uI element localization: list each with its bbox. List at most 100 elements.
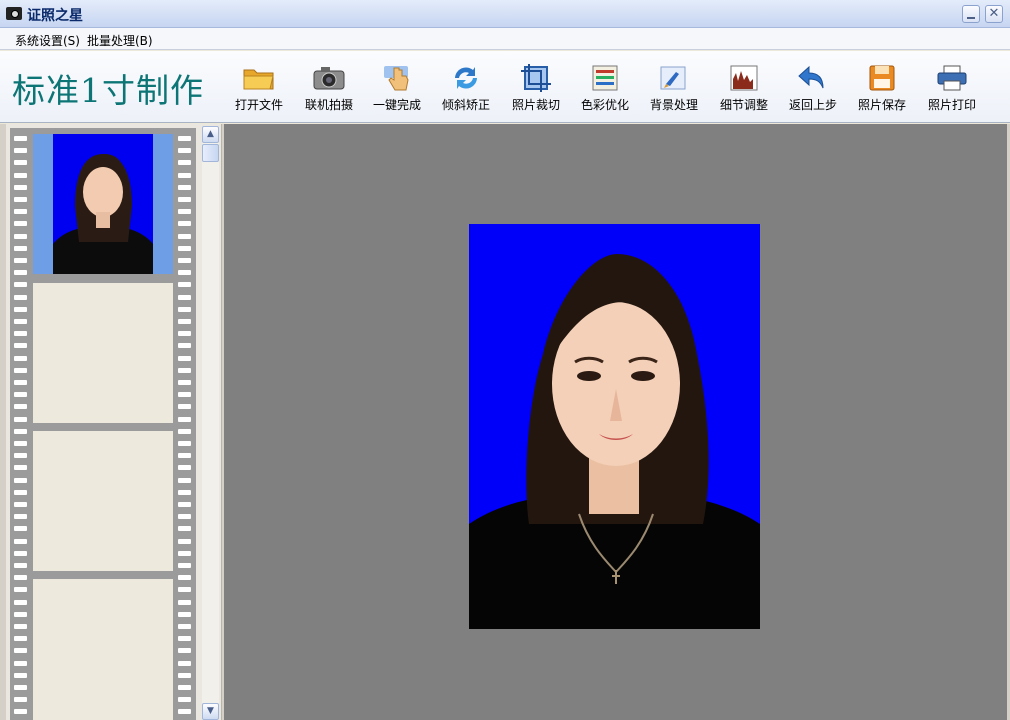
film-perforation bbox=[14, 453, 27, 459]
film-perforation bbox=[178, 672, 191, 678]
film-perforation bbox=[178, 294, 191, 300]
film-perforation bbox=[178, 245, 191, 251]
menu-system-settings[interactable]: 系统设置(S) bbox=[15, 32, 80, 49]
detail-adjust-button[interactable]: 细节调整 bbox=[711, 60, 777, 116]
save-photo-button[interactable]: 照片保存 bbox=[849, 60, 915, 116]
camera-icon bbox=[313, 67, 345, 90]
film-perforation bbox=[14, 209, 27, 215]
app-window: 证照之星 ✕ 系统设置(S) 批量处理(B) 标准1寸制作 打开文件 联机拍摄 … bbox=[0, 0, 1010, 720]
crop-icon bbox=[521, 64, 551, 92]
film-perforation bbox=[14, 502, 27, 507]
film-frame-selected[interactable] bbox=[33, 134, 173, 274]
window-title: 证照之星 bbox=[27, 8, 83, 24]
film-perforation bbox=[14, 306, 27, 312]
undo-arrow-icon bbox=[798, 65, 824, 89]
film-perforation bbox=[178, 428, 191, 434]
thumbnail-photo bbox=[53, 134, 153, 274]
film-perforation bbox=[14, 258, 27, 263]
scroll-thumb[interactable] bbox=[202, 144, 219, 162]
background-process-button[interactable]: 背景处理 bbox=[641, 60, 707, 116]
floppy-save-icon bbox=[869, 65, 895, 91]
close-button[interactable]: ✕ bbox=[985, 5, 1003, 23]
save-photo-label: 照片保存 bbox=[857, 98, 906, 112]
color-optimize-label: 色彩优化 bbox=[580, 98, 629, 112]
rotate-icon bbox=[455, 67, 477, 89]
title-bar[interactable]: 证照之星 ✕ bbox=[0, 0, 1010, 28]
film-perforation bbox=[14, 294, 27, 300]
tilt-correct-button[interactable]: 倾斜矫正 bbox=[433, 60, 499, 116]
film-perforation bbox=[178, 514, 191, 520]
film-perforation bbox=[14, 538, 27, 544]
film-perforation bbox=[14, 221, 27, 227]
crop-label: 照片裁切 bbox=[511, 98, 560, 112]
printer-icon bbox=[937, 65, 967, 91]
print-photo-button[interactable]: 照片打印 bbox=[919, 60, 985, 116]
film-frame-empty[interactable] bbox=[33, 579, 173, 720]
scroll-up-button[interactable]: ▲ bbox=[202, 126, 219, 143]
film-perforation bbox=[14, 380, 27, 385]
scroll-down-button[interactable]: ▼ bbox=[202, 703, 219, 720]
film-perforation bbox=[14, 526, 27, 532]
film-perforation bbox=[14, 709, 27, 715]
film-perforation bbox=[178, 319, 191, 324]
film-perforation bbox=[178, 404, 191, 410]
film-perforation bbox=[14, 233, 27, 239]
film-perforation bbox=[178, 441, 191, 446]
film-perforation bbox=[14, 575, 27, 581]
film-perforation bbox=[14, 660, 27, 666]
film-perforation bbox=[14, 343, 27, 349]
film-perforation bbox=[14, 172, 27, 178]
film-perforation bbox=[14, 282, 27, 288]
film-perforation bbox=[178, 416, 191, 422]
color-optimize-button[interactable]: 色彩优化 bbox=[572, 60, 638, 116]
film-perforation bbox=[178, 172, 191, 178]
film-perforation bbox=[14, 611, 27, 617]
film-perforation bbox=[14, 404, 27, 410]
id-photo-preview[interactable] bbox=[469, 224, 760, 629]
menu-bar: 系统设置(S) 批量处理(B) bbox=[0, 28, 1010, 50]
film-perforation bbox=[178, 685, 191, 690]
film-perforation bbox=[178, 221, 191, 227]
film-perforation bbox=[178, 611, 191, 617]
workspace: ▲ ▼ bbox=[0, 124, 1010, 720]
film-perforation bbox=[14, 599, 27, 605]
histogram-icon bbox=[730, 65, 758, 91]
film-perforation bbox=[14, 550, 27, 556]
film-perforation bbox=[178, 209, 191, 215]
film-perforation bbox=[178, 270, 191, 276]
film-perforation bbox=[14, 514, 27, 520]
film-perforation bbox=[14, 416, 27, 422]
film-perforation bbox=[178, 563, 191, 568]
film-perforation bbox=[178, 392, 191, 398]
film-perforation bbox=[14, 587, 27, 593]
minimize-button[interactable] bbox=[962, 5, 980, 23]
undo-button[interactable]: 返回上步 bbox=[780, 60, 846, 116]
filmstrip-scrollbar[interactable]: ▲ ▼ bbox=[202, 126, 219, 720]
film-perforation bbox=[178, 233, 191, 239]
crop-button[interactable]: 照片裁切 bbox=[503, 60, 569, 116]
open-file-button[interactable]: 打开文件 bbox=[226, 60, 292, 116]
film-perforation bbox=[14, 428, 27, 434]
film-perforation bbox=[14, 489, 27, 495]
film-perforation bbox=[178, 197, 191, 202]
camera-capture-button[interactable]: 联机拍摄 bbox=[296, 60, 362, 116]
one-click-button[interactable]: 一键完成 bbox=[364, 60, 430, 116]
film-perforation bbox=[178, 636, 191, 642]
film-frame-empty[interactable] bbox=[33, 431, 173, 571]
film-perforation bbox=[14, 465, 27, 471]
menu-batch-processing[interactable]: 批量处理(B) bbox=[87, 32, 153, 49]
film-perforation bbox=[178, 624, 191, 629]
camera-capture-label: 联机拍摄 bbox=[304, 98, 353, 112]
film-perforation bbox=[14, 697, 27, 703]
camera-app-icon bbox=[6, 7, 22, 20]
film-perforation bbox=[14, 367, 27, 373]
film-perforation bbox=[14, 270, 27, 276]
film-perforation bbox=[14, 624, 27, 629]
film-frame-empty[interactable] bbox=[33, 283, 173, 423]
film-perforation bbox=[14, 331, 27, 337]
preview-canvas bbox=[224, 124, 1007, 720]
film-perforation bbox=[14, 136, 27, 141]
film-perforation bbox=[178, 660, 191, 666]
background-process-label: 背景处理 bbox=[649, 98, 698, 112]
film-perforation bbox=[14, 477, 27, 483]
